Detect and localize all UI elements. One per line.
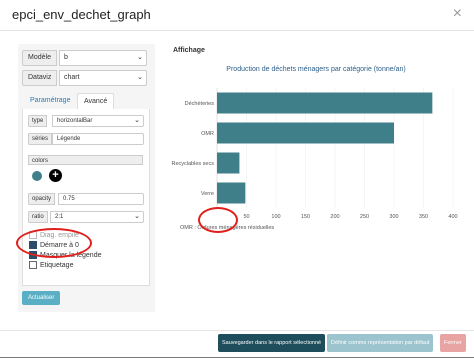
checkbox-box (29, 251, 37, 260)
dataviz-value: chart (64, 74, 80, 81)
checkbox-box (29, 231, 37, 240)
bar (217, 92, 433, 114)
checkbox-stacked[interactable]: Diag. empilé (29, 231, 79, 240)
x-tick-label: 350 (419, 214, 428, 220)
ratio-select[interactable]: 2:1 ⌄ (50, 211, 144, 223)
checkbox-label: Démarre à 0 (40, 242, 79, 249)
checkbox-hide-legend[interactable]: Masquer la légende (29, 251, 102, 260)
dialog-title: epci_env_dechet_graph (12, 7, 151, 22)
x-tick-label: 200 (330, 214, 339, 220)
x-tick-label: 300 (389, 214, 398, 220)
chevron-down-icon: ⌄ (134, 213, 140, 220)
tabs: Paramétrage Avancé (22, 93, 148, 110)
x-tick-label: 150 (301, 214, 310, 220)
modele-value: b (64, 54, 68, 61)
checkbox-label: Diag. empilé (40, 232, 79, 239)
tab-parametrage[interactable]: Paramétrage (24, 93, 76, 108)
chevron-down-icon: ⌄ (137, 74, 143, 81)
chevron-down-icon: ⌄ (134, 117, 140, 124)
dialog-header: epci_env_dechet_graph × (0, 0, 474, 31)
y-tick-label: Recyclables secs (172, 161, 215, 167)
ratio-value: 2:1 (55, 214, 64, 220)
type-label: type (28, 115, 48, 127)
dialog-footer: Sauvegarder dans le rapport sélectionné … (0, 330, 474, 358)
checkbox-label: Etiquetage (40, 262, 74, 269)
y-tick-label: OMR (201, 131, 214, 137)
modele-row: Modèle b ⌄ (22, 50, 148, 66)
ratio-label: ratio (28, 211, 48, 223)
bar (217, 122, 394, 144)
save-button[interactable]: Sauvegarder dans le rapport sélectionné (218, 334, 326, 352)
opacity-row: opacity 0.75 (28, 193, 144, 205)
checkbox-label: Masquer la légende (40, 252, 102, 259)
settings-panel: Modèle b ⌄ Dataviz chart ⌄ Paramétrage Ava… (18, 44, 155, 312)
color-swatch[interactable] (32, 171, 42, 181)
dialog: epci_env_dechet_graph × Modèle b ⌄ Datavi… (0, 0, 474, 357)
checkbox-box (29, 261, 37, 270)
checkbox-start-zero[interactable]: Démarre à 0 (29, 241, 79, 250)
apply-button[interactable]: Actualiser (22, 291, 61, 305)
checkbox-box (29, 241, 37, 250)
series-input[interactable]: Légende (52, 133, 144, 145)
ratio-row: ratio 2:1 ⌄ (28, 211, 144, 223)
modele-select[interactable]: b ⌄ (59, 50, 147, 66)
modele-label: Modèle (22, 50, 57, 66)
bar (217, 182, 246, 204)
close-button[interactable]: Fermer (440, 334, 466, 352)
advanced-panel: type horizontalBar ⌄ séries Légende color… (22, 109, 150, 286)
tab-avance[interactable]: Avancé (77, 93, 115, 110)
dataviz-label: Dataviz (22, 70, 58, 86)
x-tick-label: 400 (448, 214, 457, 220)
checkbox-labels[interactable]: Etiquetage (29, 261, 73, 270)
type-row: type horizontalBar ⌄ (28, 115, 144, 127)
dataviz-select[interactable]: chart ⌄ (59, 70, 147, 86)
preview-title: Affichage (173, 47, 205, 54)
opacity-label: opacity (28, 193, 56, 205)
dataviz-row: Dataviz chart ⌄ (22, 70, 148, 86)
add-color-icon[interactable]: + (49, 169, 62, 182)
series-label: séries (28, 133, 53, 145)
colors-label: colors (28, 155, 143, 165)
x-tick-label: 250 (360, 214, 369, 220)
y-tick-label: Verre (201, 191, 214, 197)
chevron-down-icon: ⌄ (137, 54, 143, 61)
opacity-input[interactable]: 0.75 (58, 193, 144, 205)
type-value: horizontalBar (57, 118, 93, 124)
close-icon[interactable]: × (453, 5, 462, 23)
set-default-button[interactable]: Définir comme représentation par défaut (327, 334, 434, 352)
chart-footnote: OMR : Ordures ménagères résiduelles (180, 225, 274, 230)
y-tick-label: Déchèteries (185, 101, 215, 107)
bar-chart: 50 100 150 200 250 300 350 400 Déchèteries OMR Rec… (172, 88, 458, 230)
series-row: séries Légende (28, 133, 144, 145)
x-tick-label: 100 (271, 214, 280, 220)
bar (217, 152, 240, 174)
chart-title: Production de déchets ménagers par catég… (226, 66, 406, 73)
x-tick-label: 50 (243, 214, 249, 220)
type-select[interactable]: horizontalBar ⌄ (52, 115, 144, 127)
